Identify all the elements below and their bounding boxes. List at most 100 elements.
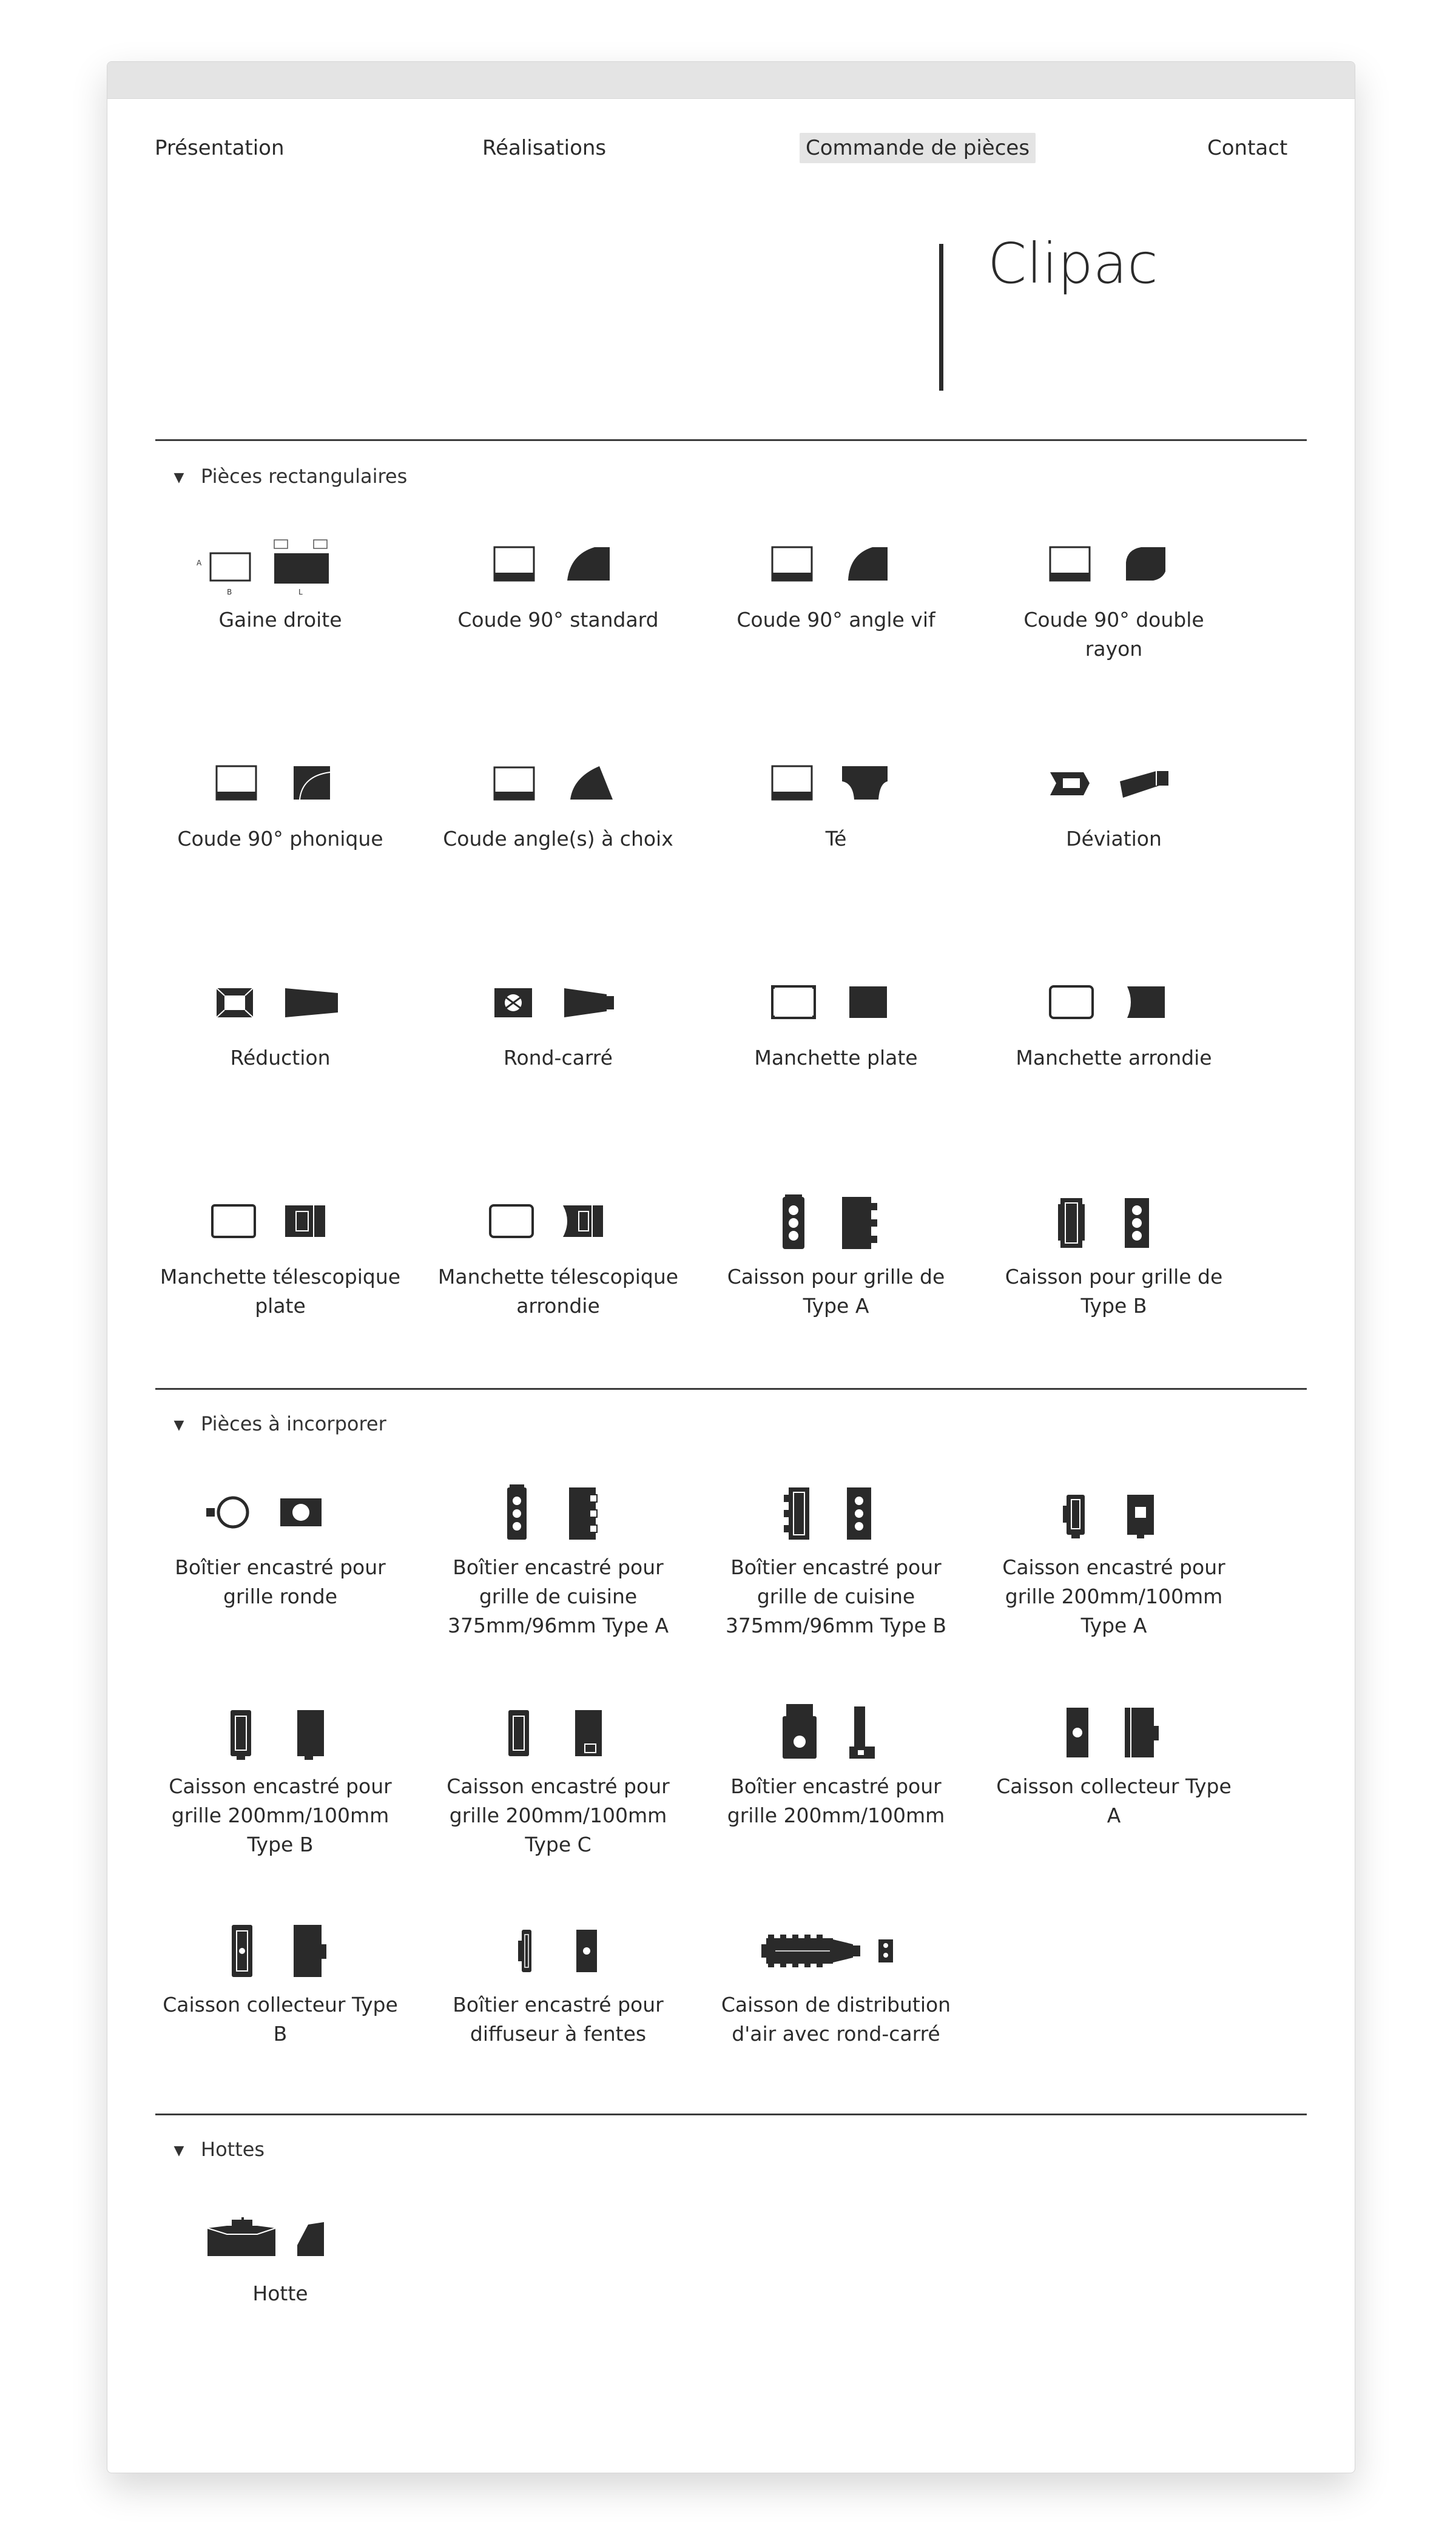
section-divider	[155, 439, 1307, 441]
part-caption: Manchette arrondie	[1016, 1046, 1212, 1069]
elbow-custom-angle-icon	[493, 766, 613, 801]
part-caption: Manchette télescopique plate	[160, 1265, 401, 1318]
part-boitier-diffuseur-fentes[interactable]: Boîtier encastré pour diffuseur à fentes	[425, 1920, 692, 2049]
straight-duct-icon: A B L	[197, 539, 329, 596]
part-caption: Boîtier encastré pour grille de cuisine …	[447, 1555, 669, 1637]
grille-box-a-icon	[783, 1194, 877, 1249]
part-manchette-telescopique-arrondie[interactable]: Manchette télescopique arrondie	[425, 1192, 692, 1321]
nav-presentation[interactable]: Présentation	[155, 133, 285, 163]
telescopic-rounded-collar-icon	[489, 1204, 603, 1238]
part-caption: Rond-carré	[504, 1046, 613, 1069]
part-caption: Coude 90° angle vif	[736, 608, 935, 632]
triangle-down-icon: ▼	[174, 2143, 184, 2158]
part-caisson-distribution-air[interactable]: Caisson de distribution d'air avec rond-…	[703, 1920, 969, 2049]
collector-box-b-icon	[232, 1925, 326, 1977]
part-hotte[interactable]: Hotte	[147, 2209, 414, 2308]
offset-icon	[1050, 771, 1168, 798]
part-te[interactable]: Té	[703, 754, 969, 854]
part-manchette-telescopique-plate[interactable]: Manchette télescopique plate	[147, 1192, 414, 1321]
part-caption: Caisson pour grille de Type A	[727, 1265, 945, 1318]
elbow-acoustic-icon	[215, 765, 331, 801]
part-gaine-droite[interactable]: A B L Gaine droite	[147, 535, 414, 635]
part-caption: Boîtier encastré pour grille 200mm/100mm	[727, 1774, 945, 1827]
section-divider	[155, 2114, 1307, 2115]
part-caption: Boîtier encastré pour grille de cuisine …	[725, 1555, 947, 1637]
flat-collar-icon	[771, 985, 887, 1019]
part-caisson-encastre-type-a[interactable]: Caisson encastré pour grille 200mm/100mm…	[980, 1483, 1247, 1640]
part-boitier-cuisine-type-a[interactable]: Boîtier encastré pour grille de cuisine …	[425, 1483, 692, 1640]
recessed-housing-icon	[783, 1704, 875, 1759]
recessed-box-b-icon	[231, 1710, 324, 1760]
kitchen-grille-box-b-icon	[784, 1487, 871, 1540]
part-coude-90-standard[interactable]: Coude 90° standard	[425, 535, 692, 635]
part-caisson-encastre-type-b[interactable]: Caisson encastré pour grille 200mm/100mm…	[147, 1702, 414, 1859]
brand-rule	[939, 244, 943, 391]
part-caption: Boîtier encastré pour diffuseur à fentes	[453, 1993, 664, 2046]
section-divider	[155, 1388, 1307, 1390]
part-coude-90-phonique[interactable]: Coude 90° phonique	[147, 754, 414, 854]
elbow-standard-icon	[493, 546, 610, 582]
part-caption: Hotte	[252, 2282, 308, 2305]
part-caisson-collecteur-type-a[interactable]: Caisson collecteur Type A	[980, 1702, 1247, 1830]
triangle-down-icon: ▼	[174, 1418, 184, 1433]
svg-text:A: A	[197, 559, 202, 567]
hood-icon	[207, 2217, 324, 2256]
browser-window: Présentation Réalisations Commande de pi…	[107, 61, 1355, 2473]
brand-title: Clipac	[988, 231, 1158, 296]
triangle-down-icon: ▼	[174, 470, 184, 485]
part-caisson-encastre-type-c[interactable]: Caisson encastré pour grille 200mm/100mm…	[425, 1702, 692, 1859]
section-header-pieces-rectangulaires[interactable]: ▼ Pièces rectangulaires	[168, 462, 408, 490]
reducer-icon	[216, 988, 338, 1018]
part-caisson-grille-type-b[interactable]: Caisson pour grille de Type B	[980, 1192, 1247, 1321]
nav-contact[interactable]: Contact	[1207, 133, 1287, 163]
part-coude-90-double-rayon[interactable]: Coude 90° double rayon	[980, 535, 1247, 664]
part-caisson-collecteur-type-b[interactable]: Caisson collecteur Type B	[147, 1920, 414, 2049]
elbow-sharp-icon	[771, 546, 888, 582]
part-caption: Caisson encastré pour grille 200mm/100mm…	[169, 1774, 392, 1856]
part-caption: Caisson encastré pour grille 200mm/100mm…	[447, 1774, 670, 1856]
air-distribution-box-icon	[761, 1935, 893, 1967]
nav-commande-de-pieces[interactable]: Commande de pièces	[800, 133, 1036, 163]
grille-box-b-icon	[1058, 1198, 1149, 1248]
tee-icon	[771, 765, 888, 801]
part-manchette-plate[interactable]: Manchette plate	[703, 973, 969, 1073]
part-coude-angle-a-choix[interactable]: Coude angle(s) à choix	[425, 754, 692, 854]
section-title: Pièces rectangulaires	[201, 465, 408, 488]
part-caption: Boîtier encastré pour grille ronde	[175, 1555, 386, 1608]
part-caption: Caisson encastré pour grille 200mm/100mm…	[1002, 1555, 1225, 1637]
svg-text:L: L	[298, 588, 303, 596]
part-deviation[interactable]: Déviation	[980, 754, 1247, 854]
elbow-double-radius-icon	[1049, 546, 1165, 582]
part-caisson-grille-type-a[interactable]: Caisson pour grille de Type A	[703, 1192, 969, 1321]
section-header-pieces-a-incorporer[interactable]: ▼ Pièces à incorporer	[168, 1410, 386, 1438]
part-caption: Té	[825, 827, 847, 851]
part-caption: Caisson de distribution d'air avec rond-…	[721, 1993, 951, 2046]
part-caption: Manchette plate	[754, 1046, 918, 1069]
telescopic-flat-collar-icon	[211, 1204, 325, 1238]
kitchen-grille-box-a-icon	[507, 1484, 598, 1540]
section-header-hottes[interactable]: ▼ Hottes	[168, 2135, 265, 2163]
svg-text:B: B	[227, 588, 232, 596]
part-caption: Coude 90° standard	[457, 608, 659, 632]
slot-diffuser-box-icon	[518, 1930, 597, 1972]
part-reduction[interactable]: Réduction	[147, 973, 414, 1073]
part-boitier-cuisine-type-b[interactable]: Boîtier encastré pour grille de cuisine …	[703, 1483, 969, 1640]
part-manchette-arrondie[interactable]: Manchette arrondie	[980, 973, 1247, 1073]
nav-realisations[interactable]: Réalisations	[482, 133, 606, 163]
recessed-box-c-icon	[508, 1710, 602, 1756]
part-caption: Coude angle(s) à choix	[443, 827, 673, 851]
part-boitier-encastre-grille[interactable]: Boîtier encastré pour grille 200mm/100mm	[703, 1702, 969, 1830]
part-rond-carre[interactable]: Rond-carré	[425, 973, 692, 1073]
window-titlebar	[107, 62, 1355, 99]
part-caption: Caisson collecteur Type B	[163, 1993, 398, 2046]
main-nav: Présentation Réalisations Commande de pi…	[107, 133, 1355, 163]
part-coude-90-angle-vif[interactable]: Coude 90° angle vif	[703, 535, 969, 635]
part-caption: Caisson pour grille de Type B	[1005, 1265, 1223, 1318]
collector-box-a-icon	[1067, 1708, 1159, 1757]
part-caption: Réduction	[230, 1046, 331, 1069]
round-to-square-icon	[494, 988, 614, 1017]
recessed-box-a-icon	[1063, 1495, 1154, 1538]
section-title: Hottes	[201, 2138, 265, 2161]
part-boitier-grille-ronde[interactable]: Boîtier encastré pour grille ronde	[147, 1483, 414, 1611]
round-grille-box-icon	[206, 1496, 322, 1529]
